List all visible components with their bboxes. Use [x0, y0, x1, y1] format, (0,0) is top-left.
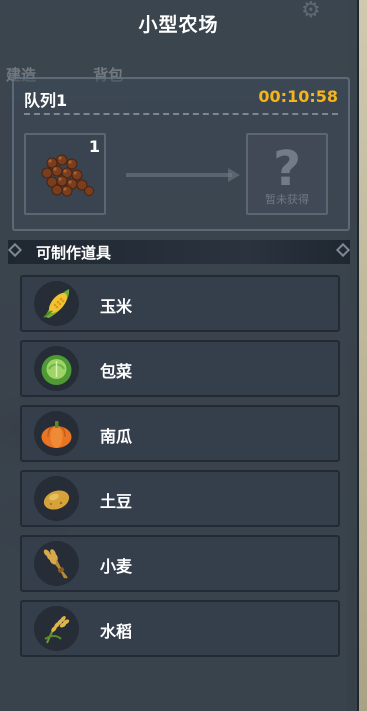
craft-item-pumpkin[interactable]: 南瓜 — [20, 405, 340, 462]
craftable-list: 玉米 包菜 南瓜 土豆 小麦 水稻 — [20, 275, 340, 665]
input-slot[interactable]: 1 — [24, 133, 106, 215]
craft-item-corn[interactable]: 玉米 — [20, 275, 340, 332]
output-slot[interactable]: ? 暂未获得 — [246, 133, 328, 215]
output-caption: 暂未获得 — [265, 193, 309, 206]
arrow-body — [126, 173, 232, 177]
cabbage-icon — [34, 346, 79, 391]
pumpkin-icon — [34, 411, 79, 456]
craft-item-cabbage[interactable]: 包菜 — [20, 340, 340, 397]
wheat-icon — [34, 541, 79, 586]
input-count: 1 — [88, 137, 100, 156]
section-header: 可制作道具 — [7, 240, 351, 264]
diamond-left-icon — [7, 242, 23, 258]
arrow-right-icon — [228, 168, 240, 182]
queue-divider — [24, 113, 338, 115]
craft-item-label: 玉米 — [100, 297, 133, 316]
corn-icon — [34, 281, 79, 326]
queue-timer: 00:10:58 — [258, 87, 338, 106]
craft-item-label: 包菜 — [100, 362, 133, 381]
craft-item-label: 小麦 — [100, 557, 133, 576]
diamond-right-icon — [335, 242, 351, 258]
question-mark-icon: ? — [273, 141, 301, 197]
craft-item-label: 土豆 — [100, 492, 133, 511]
craft-item-label: 水稻 — [100, 622, 133, 641]
rice-icon — [34, 606, 79, 651]
craft-item-potato[interactable]: 土豆 — [20, 470, 340, 527]
craft-item-label: 南瓜 — [100, 427, 133, 446]
production-queue: 队列1 00:10:58 1 ? 暂未获得 — [12, 77, 350, 231]
farm-panel: 小型农场 ⚙ 建造 背包 队列1 00:10:58 1 ? 暂未获得 可制作道具… — [0, 0, 359, 711]
potato-icon — [34, 476, 79, 521]
gear-icon[interactable]: ⚙ — [301, 0, 323, 22]
craft-item-rice[interactable]: 水稻 — [20, 600, 340, 657]
queue-title: 队列1 — [24, 91, 68, 110]
craft-item-wheat[interactable]: 小麦 — [20, 535, 340, 592]
section-title: 可制作道具 — [36, 244, 112, 262]
